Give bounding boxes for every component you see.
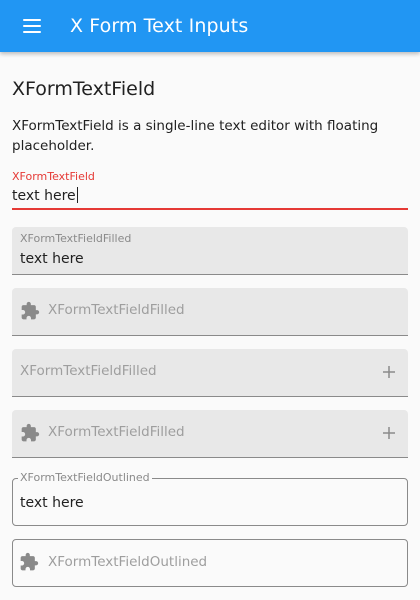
text-field-value: text here [20,251,84,267]
hamburger-menu-icon[interactable] [16,10,48,42]
puzzle-piece-icon [20,552,39,571]
plus-icon[interactable] [380,363,398,381]
text-field-outlined-leading-icon[interactable]: XFormTextFieldOutlined [12,539,408,587]
app-bar: X Form Text Inputs [0,0,420,52]
puzzle-piece-icon [21,423,40,442]
app-bar-title: X Form Text Inputs [70,15,249,37]
puzzle-piece-icon [21,301,40,320]
text-field-filled-both-icons[interactable]: XFormTextFieldFilled [12,410,408,458]
floating-label: XFormTextFieldFilled [20,232,132,245]
text-field-value[interactable]: text here [12,187,78,204]
text-field-filled-trailing-icon[interactable]: XFormTextFieldFilled [12,349,408,397]
placeholder-text: XFormTextFieldFilled [20,363,157,379]
text-field-plain[interactable]: XFormTextField text here [12,168,408,210]
text-field-filled[interactable]: XFormTextFieldFilled text here [12,227,408,275]
text-field-value: text here [20,495,84,511]
placeholder-text: XFormTextFieldFilled [48,424,185,440]
text-caret [76,187,78,203]
plus-icon[interactable] [380,424,398,442]
text-field-filled-leading-icon[interactable]: XFormTextFieldFilled [12,288,408,336]
focus-underline [12,208,408,210]
floating-label: XFormTextFieldOutlined [18,471,152,484]
section-heading: XFormTextField [12,78,156,100]
text-field-outlined[interactable]: XFormTextFieldOutlined text here [12,471,408,526]
placeholder-text: XFormTextFieldFilled [48,302,185,318]
floating-label: XFormTextField [12,170,95,183]
section-description: XFormTextField is a single-line text edi… [12,118,379,154]
placeholder-text: XFormTextFieldOutlined [48,554,208,570]
